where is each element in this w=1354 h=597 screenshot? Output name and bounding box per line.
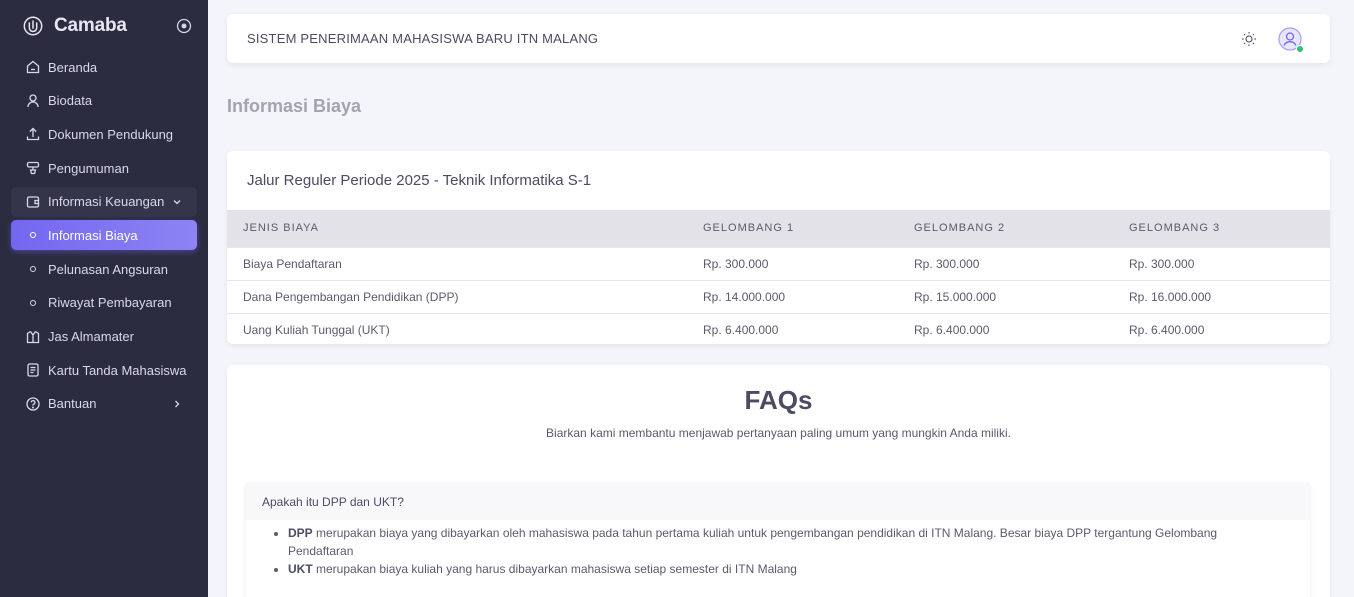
theme-toggle-icon[interactable] bbox=[1240, 30, 1258, 48]
sidebar-item-pengumuman[interactable]: Pengumuman bbox=[11, 153, 197, 183]
sidebar-item-label: Informasi Keuangan bbox=[48, 194, 165, 210]
column-header: GELOMBANG 2 bbox=[914, 222, 1006, 235]
sidebar-item-biodata[interactable]: Biodata bbox=[11, 86, 197, 116]
online-status-dot bbox=[1296, 44, 1304, 53]
column-header: GELOMBANG 1 bbox=[703, 222, 795, 235]
sidebar-item-riwayat-pembayaran[interactable]: Riwayat Pembayaran bbox=[11, 288, 197, 318]
faq-definition: merupakan biaya kuliah yang harus dibaya… bbox=[316, 562, 797, 576]
fee-info-card: Jalur Reguler Periode 2025 - Teknik Info… bbox=[227, 151, 1330, 344]
table-cell: Rp. 300.000 bbox=[898, 246, 1113, 280]
faq-answer: DPP merupakan biaya yang dibayarkan oleh… bbox=[246, 520, 1310, 578]
top-navbar: SISTEM PENERIMAAN MAHASISWA BARU ITN MAL… bbox=[227, 14, 1330, 63]
page-title: Informasi Biaya bbox=[227, 96, 362, 116]
sidebar-toggle-icon[interactable] bbox=[176, 18, 192, 34]
sidebar-item-label: Riwayat Pembayaran bbox=[48, 295, 172, 311]
faq-title: FAQs bbox=[744, 385, 813, 415]
sidebar-item-kartu-tanda-mahasiswa[interactable]: Kartu Tanda Mahasiswa bbox=[11, 355, 197, 385]
wallet-icon bbox=[25, 194, 41, 210]
sidebar-item-label: Beranda bbox=[48, 59, 98, 75]
table-cell: Rp. 14.000.000 bbox=[687, 279, 898, 313]
circle-icon bbox=[25, 261, 41, 277]
faq-definition: merupakan biaya yang dibayarkan oleh mah… bbox=[288, 526, 1218, 558]
sidebar-item-label: Bantuan bbox=[48, 396, 97, 412]
table-cell: Biaya Pendaftaran bbox=[227, 246, 687, 280]
brand[interactable]: Camaba bbox=[0, 0, 208, 52]
user-icon bbox=[25, 93, 41, 109]
column-header: JENIS BIAYA bbox=[243, 222, 320, 235]
sidebar-item-label: Biodata bbox=[48, 93, 93, 109]
sidebar-item-jas-almamater[interactable]: Jas Almamater bbox=[11, 322, 197, 352]
table-header-row: JENIS BIAYA GELOMBANG 1 GELOMBANG 2 GELO… bbox=[227, 210, 1330, 247]
sidebar: Camaba Beranda Biodata Dokumen Pendukung… bbox=[0, 0, 208, 597]
table-cell: Rp. 300.000 bbox=[687, 246, 898, 280]
faq-subtitle: Biarkan kami membantu menjawab pertanyaa… bbox=[546, 426, 1011, 440]
sidebar-item-bantuan[interactable]: Bantuan bbox=[11, 389, 197, 419]
table-row: Uang Kuliah Tunggal (UKT) Rp. 6.400.000 … bbox=[227, 312, 1330, 344]
sidebar-item-informasi-biaya[interactable]: Informasi Biaya bbox=[11, 220, 197, 251]
sidebar-item-pelunasan-angsuran[interactable]: Pelunasan Angsuran bbox=[11, 254, 197, 284]
table-cell: Rp. 15.000.000 bbox=[898, 279, 1113, 313]
chevron-down-icon bbox=[173, 199, 181, 205]
faq-card: FAQs Biarkan kami membantu menjawab pert… bbox=[227, 365, 1330, 597]
help-icon bbox=[25, 396, 41, 412]
jacket-icon bbox=[25, 329, 41, 345]
id-card-icon bbox=[25, 362, 41, 378]
upload-icon bbox=[25, 126, 41, 142]
system-title: SISTEM PENERIMAAN MAHASISWA BARU ITN MAL… bbox=[247, 31, 599, 46]
home-icon bbox=[25, 59, 41, 75]
chevron-right-icon bbox=[175, 400, 180, 408]
table-cell: Rp. 6.400.000 bbox=[687, 312, 898, 344]
table-row: Biaya Pendaftaran Rp. 300.000 Rp. 300.00… bbox=[227, 246, 1330, 280]
faq-answer-item: UKT merupakan biaya kuliah yang harus di… bbox=[288, 560, 1260, 578]
logo-icon bbox=[23, 16, 43, 36]
sidebar-item-dokumen-pendukung[interactable]: Dokumen Pendukung bbox=[11, 119, 197, 149]
faq-question[interactable]: Apakah itu DPP dan UKT? bbox=[246, 483, 1310, 520]
table-cell: Uang Kuliah Tunggal (UKT) bbox=[227, 312, 687, 344]
table-cell: Rp. 300.000 bbox=[1113, 246, 1330, 280]
table-row: Dana Pengembangan Pendidikan (DPP) Rp. 1… bbox=[227, 279, 1330, 313]
circle-icon bbox=[25, 227, 41, 243]
sidebar-item-label: Pengumuman bbox=[48, 160, 129, 176]
avatar[interactable] bbox=[1278, 26, 1304, 53]
sidebar-item-label: Informasi Biaya bbox=[48, 227, 138, 243]
sidebar-menu: Beranda Biodata Dokumen Pendukung Pengum… bbox=[0, 52, 208, 419]
fee-card-title: Jalur Reguler Periode 2025 - Teknik Info… bbox=[247, 172, 592, 189]
faq-answer-item: DPP merupakan biaya yang dibayarkan oleh… bbox=[288, 524, 1260, 560]
brand-name: Camaba bbox=[54, 15, 127, 36]
faq-term: DPP bbox=[288, 526, 313, 540]
table-cell: Rp. 16.000.000 bbox=[1113, 279, 1330, 313]
fee-table: JENIS BIAYA GELOMBANG 1 GELOMBANG 2 GELO… bbox=[227, 210, 1330, 344]
sidebar-item-label: Jas Almamater bbox=[48, 329, 134, 344]
column-header: GELOMBANG 3 bbox=[1129, 222, 1221, 235]
circle-icon bbox=[25, 295, 41, 311]
sidebar-item-label: Pelunasan Angsuran bbox=[48, 261, 168, 277]
sidebar-item-label: Dokumen Pendukung bbox=[48, 126, 174, 142]
faq-term: UKT bbox=[288, 562, 313, 576]
sidebar-item-informasi-keuangan[interactable]: Informasi Keuangan bbox=[11, 186, 197, 217]
sidebar-item-label: Kartu Tanda Mahasiswa bbox=[48, 362, 187, 378]
faq-accordion-item: Apakah itu DPP dan UKT? DPP merupakan bi… bbox=[246, 483, 1310, 597]
sidebar-item-beranda[interactable]: Beranda bbox=[11, 52, 197, 82]
announcement-icon bbox=[25, 160, 41, 176]
table-cell: Rp. 6.400.000 bbox=[1113, 312, 1330, 344]
table-cell: Rp. 6.400.000 bbox=[898, 312, 1113, 344]
table-cell: Dana Pengembangan Pendidikan (DPP) bbox=[227, 279, 687, 313]
